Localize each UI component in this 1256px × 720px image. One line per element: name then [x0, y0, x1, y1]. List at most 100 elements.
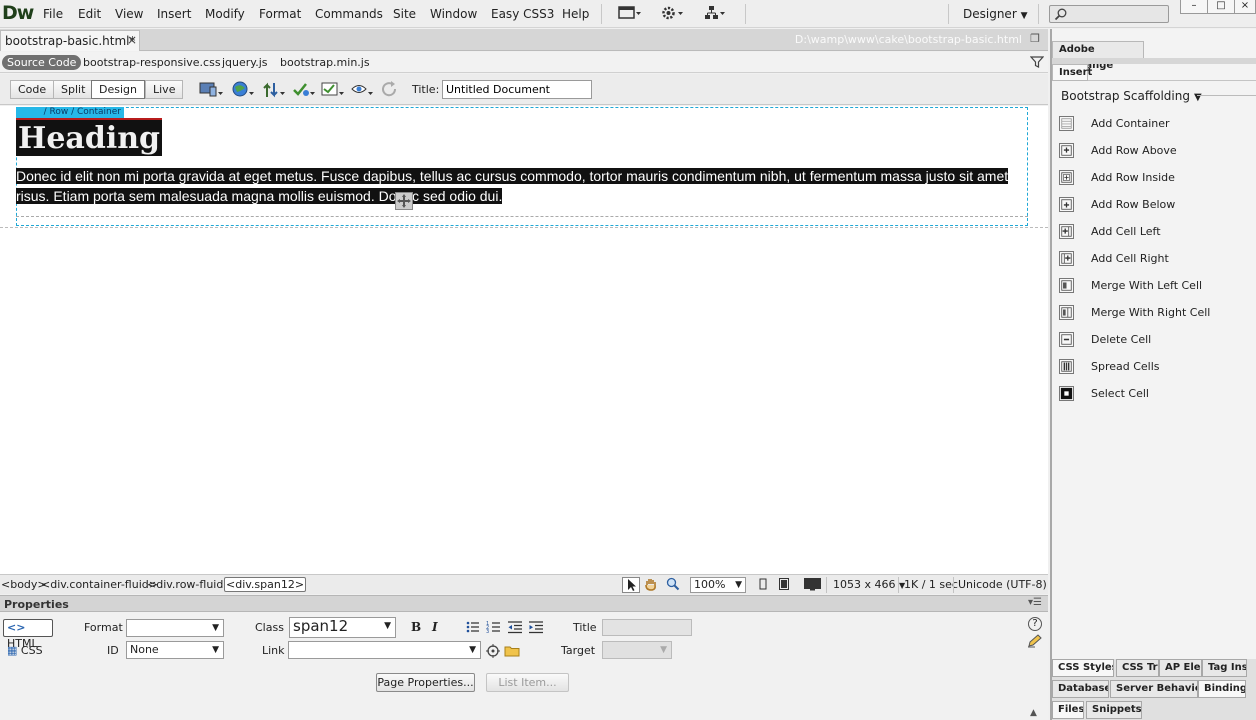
layout-icon[interactable]	[618, 5, 642, 25]
related-file-bootstrap-min[interactable]: bootstrap.min.js	[280, 56, 370, 69]
tab-adobe-exchange[interactable]: Adobe Exchange	[1052, 41, 1144, 71]
window-size-select[interactable]: 1053 x 466 ▼	[833, 578, 905, 591]
point-to-file-icon[interactable]	[486, 644, 500, 661]
tab-css-styles[interactable]: CSS Styles	[1052, 659, 1114, 677]
tag-selector-span12[interactable]: <div.span12>	[224, 577, 307, 592]
tab-server-behaviors[interactable]: Server Behaviors	[1110, 680, 1198, 698]
insert-add-row-inside[interactable]: Add Row Inside	[1059, 169, 1255, 187]
insert-select-cell[interactable]: Select Cell	[1059, 385, 1255, 403]
target-select[interactable]: ▼	[602, 641, 672, 659]
selected-paragraph[interactable]: Donec id elit non mi porta gravida at eg…	[16, 166, 1022, 206]
tag-selector-container[interactable]: <div.container-fluid>	[41, 578, 158, 591]
workspace-switcher[interactable]: Designer ▼	[963, 7, 1028, 21]
id-select[interactable]: None ▼	[126, 641, 224, 659]
tablet-size-icon[interactable]	[777, 577, 795, 593]
close-icon[interactable]: ×	[127, 33, 137, 47]
unordered-list-icon[interactable]	[465, 620, 481, 637]
close-window-button[interactable]: ×	[1234, 0, 1256, 14]
panel-menu-icon[interactable]: ▾☰	[1028, 597, 1042, 608]
filter-icon[interactable]	[1029, 55, 1045, 72]
gear-icon[interactable]	[661, 5, 685, 25]
folder-icon[interactable]	[504, 644, 520, 661]
link-input[interactable]: ▼	[288, 641, 481, 659]
move-handle-icon[interactable]	[395, 192, 413, 210]
italic-button[interactable]: I	[432, 620, 438, 634]
menu-format[interactable]: Format	[259, 7, 301, 21]
search-input[interactable]	[1049, 5, 1169, 23]
insert-add-container[interactable]: Add Container	[1059, 115, 1255, 133]
help-icon[interactable]: ?	[1028, 617, 1042, 631]
element-display-tab[interactable]: / Row / Container	[16, 107, 124, 118]
insert-merge-left[interactable]: Merge With Left Cell	[1059, 277, 1255, 295]
document-title-input[interactable]	[442, 80, 592, 99]
zoom-tool-icon[interactable]	[665, 577, 683, 593]
format-select[interactable]: ▼	[126, 619, 224, 637]
tab-css-transitions[interactable]: CSS Tra	[1116, 659, 1159, 677]
menu-insert[interactable]: Insert	[157, 7, 191, 21]
collapse-icon[interactable]: ▲	[1030, 708, 1037, 718]
refresh-icon[interactable]	[380, 80, 402, 100]
site-manager-icon[interactable]	[704, 5, 728, 25]
document-tab[interactable]: bootstrap-basic.html* ×	[0, 30, 140, 51]
css-properties-button[interactable]: ▦ CSS	[7, 644, 43, 657]
quick-tag-editor-icon[interactable]	[1027, 634, 1043, 652]
insert-delete-cell[interactable]: Delete Cell	[1059, 331, 1255, 349]
menu-help[interactable]: Help	[562, 7, 589, 21]
html-properties-button[interactable]: <> HTML	[3, 619, 53, 650]
menu-easy-css3[interactable]: Easy CSS3	[491, 7, 554, 21]
insert-add-cell-left[interactable]: Add Cell Left	[1059, 223, 1255, 241]
tab-bindings[interactable]: Bindings	[1198, 680, 1246, 698]
tag-selector-body[interactable]: <body>	[1, 578, 47, 591]
outdent-icon[interactable]	[507, 620, 523, 637]
pointer-tool-icon[interactable]	[622, 577, 640, 593]
menu-file[interactable]: File	[43, 7, 63, 21]
insert-category-select[interactable]: Bootstrap Scaffolding ▼	[1061, 89, 1202, 103]
multiscreen-icon[interactable]	[198, 80, 223, 100]
menu-site[interactable]: Site	[393, 7, 416, 21]
live-view-button[interactable]: Live	[145, 80, 184, 99]
tab-insert[interactable]: Insert	[1052, 64, 1092, 81]
w3c-validation-icon[interactable]	[292, 80, 315, 100]
file-management-icon[interactable]	[262, 80, 285, 100]
hand-tool-icon[interactable]	[643, 577, 661, 593]
menu-edit[interactable]: Edit	[78, 7, 101, 21]
menu-window[interactable]: Window	[430, 7, 477, 21]
insert-merge-right[interactable]: Merge With Right Cell	[1059, 304, 1255, 322]
tab-snippets[interactable]: Snippets	[1086, 701, 1142, 719]
list-item-button[interactable]: List Item...	[486, 673, 569, 692]
tab-files[interactable]: Files	[1052, 701, 1084, 719]
check-browser-compatibility-icon[interactable]	[320, 80, 344, 100]
page-heading[interactable]: Heading	[16, 118, 163, 156]
tag-selector-row[interactable]: <div.row-fluid>	[147, 578, 233, 591]
related-file-responsive-css[interactable]: bootstrap-responsive.css	[83, 56, 221, 69]
title-attr-input[interactable]	[602, 619, 692, 636]
ordered-list-icon[interactable]: 123	[486, 620, 502, 637]
zoom-select[interactable]: 100% ▼	[690, 577, 746, 593]
minimize-button[interactable]: –	[1180, 0, 1208, 14]
menu-view[interactable]: View	[115, 7, 143, 21]
related-file-jquery[interactable]: jquery.js	[222, 56, 268, 69]
code-view-button[interactable]: Code	[10, 80, 55, 99]
mobile-size-icon[interactable]	[756, 577, 774, 593]
visual-aids-icon[interactable]	[350, 80, 373, 100]
tab-databases[interactable]: Databases	[1052, 680, 1109, 698]
source-code-button[interactable]: Source Code	[2, 55, 82, 70]
restore-icon[interactable]: ❐	[1030, 32, 1040, 45]
insert-spread-cells[interactable]: Spread Cells	[1059, 358, 1255, 376]
insert-add-row-below[interactable]: Add Row Below	[1059, 196, 1255, 214]
design-view[interactable]: / Row / Container Heading Donec id elit …	[0, 106, 1048, 574]
tab-tag-inspector[interactable]: Tag Insp	[1202, 659, 1247, 677]
insert-add-cell-right[interactable]: Add Cell Right	[1059, 250, 1255, 268]
desktop-size-icon[interactable]	[803, 577, 821, 593]
bold-button[interactable]: B	[411, 620, 421, 634]
menu-modify[interactable]: Modify	[205, 7, 245, 21]
insert-add-row-above[interactable]: Add Row Above	[1059, 142, 1255, 160]
page-properties-button[interactable]: Page Properties...	[376, 673, 475, 692]
indent-icon[interactable]	[528, 620, 544, 637]
preview-browser-icon[interactable]	[231, 80, 254, 100]
tab-ap-elements[interactable]: AP Elem	[1159, 659, 1202, 677]
class-select[interactable]: span12 ▼	[289, 617, 396, 638]
maximize-button[interactable]: □	[1207, 0, 1235, 14]
menu-commands[interactable]: Commands	[315, 7, 383, 21]
properties-panel-header[interactable]: Properties ▾☰	[0, 595, 1048, 612]
